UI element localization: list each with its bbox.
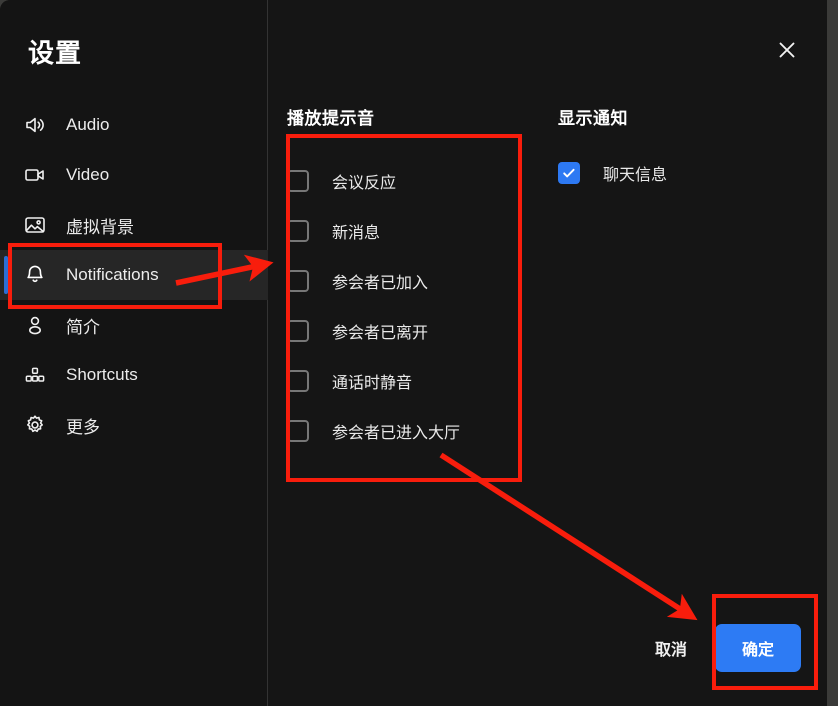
image-icon [22, 212, 48, 238]
screen: 设置 Audio Video 虚拟背景 Notifications 简介 Sho… [0, 0, 838, 706]
sidebar-nav: Audio Video 虚拟背景 Notifications 简介 Shortc… [0, 100, 268, 450]
gear-icon [22, 412, 48, 438]
play-sounds-section: 播放提示音 会议反应 新消息 参会者已加入 参会者已离开 通话时静音 参会者已进… [287, 104, 523, 456]
checkbox-label: 参会者已离开 [332, 325, 429, 342]
checkbox-row-new-message[interactable]: 新消息 [287, 206, 523, 256]
keyboard-shortcut-icon [22, 362, 48, 388]
sidebar-item-video[interactable]: Video [0, 150, 268, 200]
dialog-footer: 取消 确定 [651, 624, 801, 672]
sidebar-item-label: Video [66, 165, 110, 184]
section-title-play-sounds: 播放提示音 [287, 109, 375, 128]
section-title-show-notifications: 显示通知 [558, 109, 628, 128]
sidebar-item-label: 虚拟背景 [66, 217, 134, 237]
checkbox-row-participant-joined[interactable]: 参会者已加入 [287, 256, 523, 306]
sidebar-item-profile[interactable]: 简介 [0, 300, 268, 350]
checkbox-row-participant-entered-lobby[interactable]: 参会者已进入大厅 [287, 406, 523, 456]
sidebar-item-label: Audio [66, 115, 110, 134]
sidebar-item-label: Shortcuts [66, 365, 138, 384]
settings-window: 设置 Audio Video 虚拟背景 Notifications 简介 Sho… [0, 0, 827, 706]
sidebar-item-label: Notifications [66, 265, 159, 284]
checkbox-label: 通话时静音 [332, 375, 413, 392]
checkbox-label: 参会者已加入 [332, 275, 429, 292]
checkbox-label: 参会者已进入大厅 [332, 425, 461, 442]
checkbox-row-participant-left[interactable]: 参会者已离开 [287, 306, 523, 356]
sidebar-item-label: 简介 [66, 317, 100, 337]
checkbox-checked-icon[interactable] [558, 162, 580, 184]
show-notifications-section: 显示通知 聊天信息 [558, 104, 794, 190]
sidebar-item-shortcuts[interactable]: Shortcuts [0, 350, 268, 400]
sidebar-item-more[interactable]: 更多 [0, 400, 268, 450]
bell-icon [22, 262, 48, 288]
checkbox-unchecked-icon[interactable] [287, 270, 309, 292]
speaker-icon [22, 112, 48, 138]
confirm-button[interactable]: 确定 [714, 624, 801, 672]
checkbox-row-chat-messages[interactable]: 聊天信息 [558, 156, 794, 190]
checkbox-row-muted-in-call[interactable]: 通话时静音 [287, 356, 523, 406]
cancel-button[interactable]: 取消 [651, 630, 691, 666]
sidebar-item-audio[interactable]: Audio [0, 100, 268, 150]
checkbox-row-meeting-reactions[interactable]: 会议反应 [287, 156, 523, 206]
person-icon [22, 312, 48, 338]
checkbox-unchecked-icon[interactable] [287, 320, 309, 342]
checkbox-unchecked-icon[interactable] [287, 420, 309, 442]
sidebar-item-notifications[interactable]: Notifications [0, 250, 268, 300]
video-camera-icon [22, 162, 48, 188]
sidebar: 设置 Audio Video 虚拟背景 Notifications 简介 Sho… [0, 0, 268, 706]
sidebar-item-virtual-background[interactable]: 虚拟背景 [0, 200, 268, 250]
checkbox-label: 聊天信息 [603, 167, 668, 184]
page-title: 设置 [28, 38, 83, 68]
checkbox-label: 会议反应 [332, 175, 397, 192]
close-icon[interactable] [773, 36, 801, 64]
main-panel: 播放提示音 会议反应 新消息 参会者已加入 参会者已离开 通话时静音 参会者已进… [269, 0, 827, 706]
checkbox-unchecked-icon[interactable] [287, 220, 309, 242]
checkbox-unchecked-icon[interactable] [287, 170, 309, 192]
checkbox-label: 新消息 [332, 225, 381, 242]
sidebar-item-label: 更多 [66, 417, 100, 437]
checkbox-unchecked-icon[interactable] [287, 370, 309, 392]
